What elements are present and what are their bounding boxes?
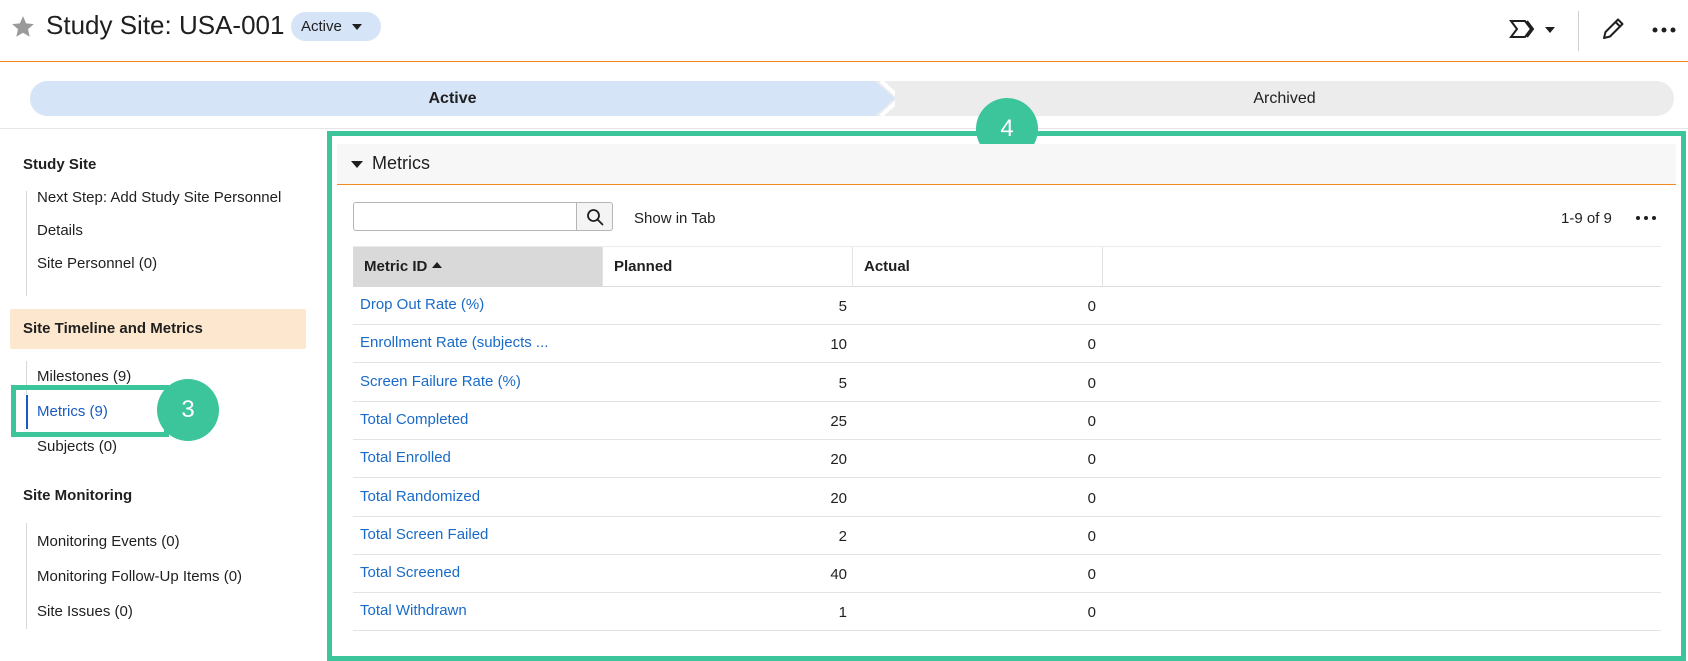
- column-header-actual[interactable]: Actual: [853, 247, 1103, 287]
- more-options-icon[interactable]: [1650, 18, 1678, 42]
- show-in-tab-link[interactable]: Show in Tab: [634, 210, 715, 227]
- planned-value: 25: [830, 412, 847, 430]
- actual-value: 0: [1087, 298, 1096, 315]
- actual-value: 0: [1087, 527, 1096, 545]
- metric-id-link[interactable]: Drop Out Rate (%): [360, 296, 484, 313]
- pager-count: 1-9 of 9: [1561, 210, 1612, 227]
- planned-value: 10: [830, 336, 847, 354]
- sidebar-item-subjects[interactable]: Subjects (0): [37, 438, 117, 455]
- chevron-down-icon[interactable]: [1545, 27, 1555, 33]
- collapse-triangle-icon[interactable]: [351, 161, 363, 168]
- more-options-icon[interactable]: [1634, 213, 1658, 223]
- sidebar-item-site-issues[interactable]: Site Issues (0): [37, 603, 133, 620]
- metrics-section-header[interactable]: Metrics: [337, 144, 1676, 185]
- sidebar-group-line: [26, 191, 27, 296]
- metric-id-link[interactable]: Total Screened: [360, 564, 460, 581]
- metric-id-link[interactable]: Total Completed: [360, 411, 468, 428]
- sidebar-item-monitoring-follow-up[interactable]: Monitoring Follow-Up Items (0): [37, 568, 242, 585]
- table-row[interactable]: Total Screen Failed 2 0: [353, 517, 1661, 555]
- sort-ascending-icon: [432, 262, 443, 269]
- lifecycle-bar: Active Archived: [30, 81, 1674, 116]
- metric-id-link[interactable]: Enrollment Rate (subjects ...: [360, 334, 548, 351]
- sidebar-item-site-personnel[interactable]: Site Personnel (0): [37, 255, 157, 272]
- planned-value: 5: [838, 374, 847, 392]
- metric-id-link[interactable]: Total Withdrawn: [360, 602, 467, 619]
- sidebar-item-details[interactable]: Details: [37, 222, 83, 239]
- planned-value: 2: [838, 527, 847, 545]
- planned-value: 40: [830, 566, 847, 584]
- sidebar-item-next-step[interactable]: Next Step: Add Study Site Personnel: [37, 189, 281, 206]
- table-row[interactable]: Total Enrolled 20 0: [353, 440, 1661, 479]
- page-title: Study Site: USA-001: [46, 10, 285, 40]
- table-row[interactable]: Total Screened 40 0: [353, 555, 1661, 594]
- workflow-icon[interactable]: [1508, 14, 1538, 44]
- pencil-icon[interactable]: [1598, 14, 1628, 44]
- column-header-metric-id[interactable]: Metric ID: [353, 247, 603, 287]
- table-row[interactable]: Screen Failure Rate (%) 5 0: [353, 364, 1661, 402]
- column-header-label: Metric ID: [364, 258, 428, 275]
- search-icon: [586, 208, 603, 225]
- table-row[interactable]: Total Completed 25 0: [353, 402, 1661, 440]
- sidebar-heading-site-monitoring[interactable]: Site Monitoring: [23, 487, 132, 504]
- metric-id-link[interactable]: Total Randomized: [360, 488, 480, 505]
- actual-value: 0: [1087, 489, 1096, 507]
- table-row[interactable]: Drop Out Rate (%) 5 0: [353, 287, 1661, 325]
- actual-value: 0: [1087, 412, 1096, 430]
- sidebar-item-monitoring-events[interactable]: Monitoring Events (0): [37, 533, 180, 550]
- table-row[interactable]: Total Randomized 20 0: [353, 479, 1661, 517]
- status-dropdown[interactable]: Active: [291, 12, 381, 41]
- page-header: Study Site: USA-001 Active: [0, 0, 1688, 62]
- planned-value: 20: [830, 451, 847, 469]
- actual-value: 0: [1087, 374, 1096, 392]
- sidebar-group-line: [26, 523, 27, 629]
- table-row[interactable]: Enrollment Rate (subjects ... 10 0: [353, 325, 1661, 364]
- section-title: Metrics: [372, 153, 430, 173]
- search-input[interactable]: [353, 202, 577, 231]
- actual-value: 0: [1087, 566, 1096, 584]
- header-divider: [1578, 11, 1579, 51]
- chevron-down-icon: [351, 23, 362, 30]
- planned-value: 20: [830, 489, 847, 507]
- sidebar-item-milestones[interactable]: Milestones (9): [37, 368, 131, 385]
- annotation-marker: 3: [157, 379, 219, 441]
- metric-id-link[interactable]: Total Screen Failed: [360, 526, 488, 543]
- search-button[interactable]: [577, 202, 613, 231]
- lifecycle-stage-label: Active: [428, 90, 477, 107]
- metric-id-link[interactable]: Screen Failure Rate (%): [360, 373, 521, 390]
- star-icon[interactable]: [10, 14, 36, 40]
- status-label: Active: [301, 18, 342, 35]
- planned-value: 1: [838, 604, 847, 622]
- sidebar-heading-label: Site Timeline and Metrics: [23, 320, 203, 337]
- column-header-planned[interactable]: Planned: [603, 247, 853, 287]
- annotation-highlight-box: [11, 385, 169, 437]
- actual-value: 0: [1087, 604, 1096, 622]
- planned-value: 5: [838, 298, 847, 315]
- table-row[interactable]: Total Withdrawn 1 0: [353, 593, 1661, 632]
- table-header: Metric ID Planned Actual: [353, 246, 1661, 287]
- metric-id-link[interactable]: Total Enrolled: [360, 449, 451, 466]
- actual-value: 0: [1087, 451, 1096, 469]
- sidebar-heading-study-site[interactable]: Study Site: [23, 156, 96, 173]
- sidebar-heading-site-timeline[interactable]: Site Timeline and Metrics: [10, 309, 306, 349]
- actual-value: 0: [1087, 336, 1096, 354]
